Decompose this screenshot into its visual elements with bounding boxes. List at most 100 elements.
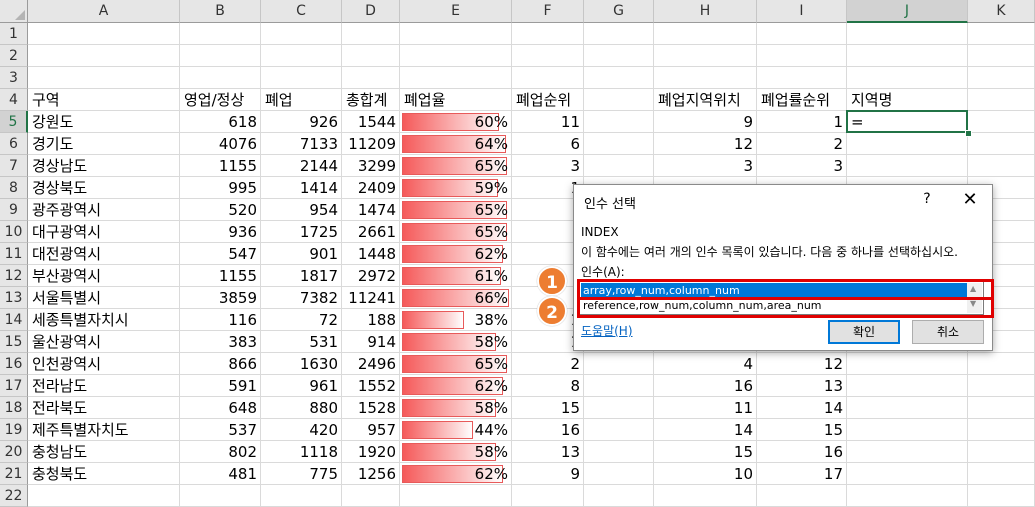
closure-rank-cell[interactable]: 11: [512, 111, 584, 133]
closure-rate-rank-cell[interactable]: 12: [757, 353, 847, 375]
closure-rank-cell[interactable]: 13: [512, 441, 584, 463]
closure-rank-cell[interactable]: 3: [512, 155, 584, 177]
closed-count-cell[interactable]: 72: [261, 309, 342, 331]
closed-count-cell[interactable]: 1118: [261, 441, 342, 463]
closure-rate-rank-cell[interactable]: 13: [757, 375, 847, 397]
closure-rate-cell[interactable]: 60%: [400, 111, 508, 133]
row-header-11[interactable]: 11: [0, 243, 28, 265]
closed-count-cell[interactable]: 7382: [261, 287, 342, 309]
closure-rate-cell[interactable]: 65%: [400, 155, 508, 177]
open-count-cell[interactable]: 1155: [180, 155, 261, 177]
row-header-18[interactable]: 18: [0, 397, 28, 419]
closure-rate-cell[interactable]: 58%: [400, 441, 508, 463]
row-header-22[interactable]: 22: [0, 485, 28, 507]
select-all-corner[interactable]: [0, 0, 28, 23]
column-header-f[interactable]: F: [512, 0, 584, 23]
header-cell-a[interactable]: 구역: [28, 89, 180, 111]
row-header-6[interactable]: 6: [0, 133, 28, 155]
closure-rate-cell[interactable]: 65%: [400, 353, 508, 375]
total-cell[interactable]: 1552: [342, 375, 400, 397]
region-cell[interactable]: 강원도: [28, 111, 180, 133]
region-cell[interactable]: 인천광역시: [28, 353, 180, 375]
closure-location-cell[interactable]: 11: [654, 397, 757, 419]
open-count-cell[interactable]: 383: [180, 331, 261, 353]
closed-count-cell[interactable]: 880: [261, 397, 342, 419]
help-link[interactable]: 도움말(H): [581, 322, 633, 339]
row-header-10[interactable]: 10: [0, 221, 28, 243]
region-cell[interactable]: 경기도: [28, 133, 180, 155]
row-header-21[interactable]: 21: [0, 463, 28, 485]
row-header-12[interactable]: 12: [0, 265, 28, 287]
closure-rank-cell[interactable]: 6: [512, 133, 584, 155]
region-cell[interactable]: 경상북도: [28, 177, 180, 199]
row-header-19[interactable]: 19: [0, 419, 28, 441]
closure-location-cell[interactable]: 4: [654, 353, 757, 375]
open-count-cell[interactable]: 537: [180, 419, 261, 441]
row-header-8[interactable]: 8: [0, 177, 28, 199]
column-header-h[interactable]: H: [654, 0, 757, 23]
total-cell[interactable]: 11209: [342, 133, 400, 155]
closure-rate-cell[interactable]: 44%: [400, 419, 508, 441]
header-cell-d[interactable]: 총합계: [342, 89, 400, 111]
closed-count-cell[interactable]: 901: [261, 243, 342, 265]
total-cell[interactable]: 1448: [342, 243, 400, 265]
total-cell[interactable]: 2496: [342, 353, 400, 375]
closure-rate-cell[interactable]: 59%: [400, 177, 508, 199]
row-header-14[interactable]: 14: [0, 309, 28, 331]
open-count-cell[interactable]: 648: [180, 397, 261, 419]
row-header-2[interactable]: 2: [0, 45, 28, 67]
open-count-cell[interactable]: 116: [180, 309, 261, 331]
header-cell-f[interactable]: 폐업순위: [512, 89, 584, 111]
region-cell[interactable]: 대전광역시: [28, 243, 180, 265]
closure-rank-cell[interactable]: 16: [512, 419, 584, 441]
closure-location-cell[interactable]: 16: [654, 375, 757, 397]
region-cell[interactable]: 서울특별시: [28, 287, 180, 309]
total-cell[interactable]: 1920: [342, 441, 400, 463]
closed-count-cell[interactable]: 1630: [261, 353, 342, 375]
region-cell[interactable]: 충청남도: [28, 441, 180, 463]
open-count-cell[interactable]: 547: [180, 243, 261, 265]
open-count-cell[interactable]: 618: [180, 111, 261, 133]
total-cell[interactable]: 914: [342, 331, 400, 353]
closure-rank-cell[interactable]: 8: [512, 375, 584, 397]
closure-location-cell[interactable]: 3: [654, 155, 757, 177]
closed-count-cell[interactable]: 7133: [261, 133, 342, 155]
closure-location-cell[interactable]: 15: [654, 441, 757, 463]
closure-location-cell[interactable]: 10: [654, 463, 757, 485]
closure-location-cell[interactable]: 12: [654, 133, 757, 155]
column-header-d[interactable]: D: [342, 0, 400, 23]
row-header-5[interactable]: 5: [0, 111, 28, 133]
row-header-7[interactable]: 7: [0, 155, 28, 177]
closure-rate-rank-cell[interactable]: 16: [757, 441, 847, 463]
region-cell[interactable]: 전라남도: [28, 375, 180, 397]
open-count-cell[interactable]: 1155: [180, 265, 261, 287]
total-cell[interactable]: 1544: [342, 111, 400, 133]
closure-rate-cell[interactable]: 38%: [400, 309, 508, 331]
column-header-c[interactable]: C: [261, 0, 342, 23]
closed-count-cell[interactable]: 1817: [261, 265, 342, 287]
column-header-j[interactable]: J: [847, 0, 968, 23]
closure-rate-rank-cell[interactable]: 15: [757, 419, 847, 441]
header-cell-e[interactable]: 폐업율: [400, 89, 512, 111]
region-cell[interactable]: 광주광역시: [28, 199, 180, 221]
column-header-g[interactable]: G: [584, 0, 654, 23]
header-cell-j[interactable]: 지역명: [847, 89, 968, 111]
open-count-cell[interactable]: 481: [180, 463, 261, 485]
closure-rate-cell[interactable]: 62%: [400, 463, 508, 485]
cancel-button[interactable]: 취소: [912, 320, 984, 344]
closure-rate-cell[interactable]: 64%: [400, 133, 508, 155]
open-count-cell[interactable]: 4076: [180, 133, 261, 155]
region-cell[interactable]: 충청북도: [28, 463, 180, 485]
row-header-16[interactable]: 16: [0, 353, 28, 375]
closure-rate-cell[interactable]: 58%: [400, 331, 508, 353]
region-cell[interactable]: 대구광역시: [28, 221, 180, 243]
closed-count-cell[interactable]: 926: [261, 111, 342, 133]
total-cell[interactable]: 1474: [342, 199, 400, 221]
total-cell[interactable]: 11241: [342, 287, 400, 309]
column-header-k[interactable]: K: [968, 0, 1035, 23]
region-cell[interactable]: 부산광역시: [28, 265, 180, 287]
total-cell[interactable]: 1528: [342, 397, 400, 419]
closed-count-cell[interactable]: 775: [261, 463, 342, 485]
row-header-13[interactable]: 13: [0, 287, 28, 309]
region-cell[interactable]: 경상남도: [28, 155, 180, 177]
